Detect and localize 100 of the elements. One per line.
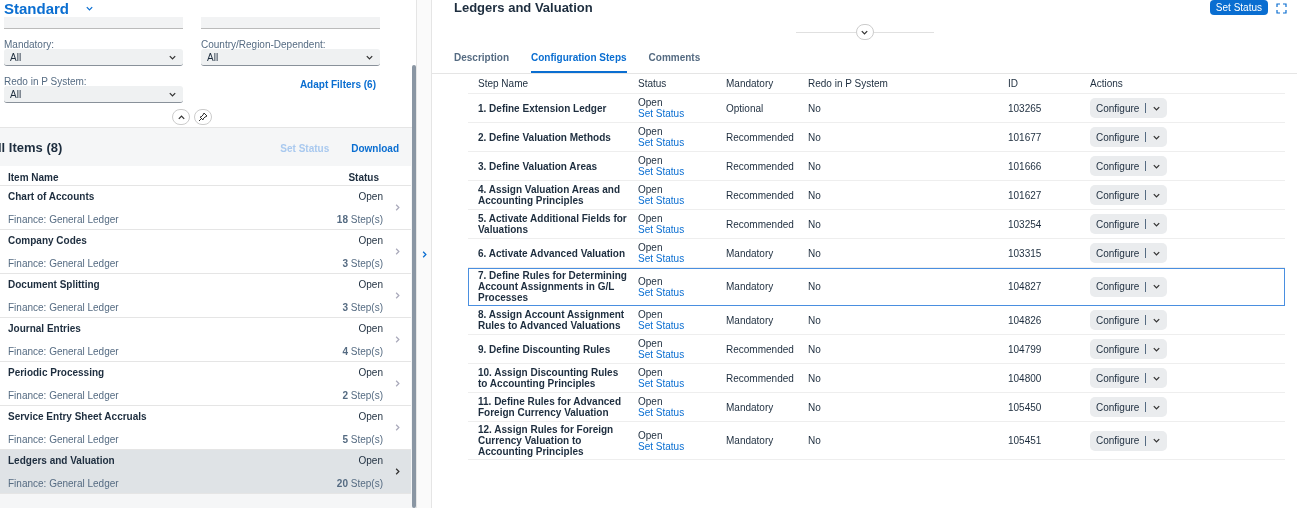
item-name: Document Splitting: [8, 277, 101, 292]
column-header: Actions: [1089, 77, 1124, 91]
status-text: Open: [638, 338, 663, 349]
status-text: Open: [638, 155, 663, 166]
filter-field[interactable]: [4, 17, 183, 29]
set-status-link[interactable]: Set Status: [638, 349, 716, 360]
configure-button[interactable]: Configure: [1090, 339, 1168, 359]
toolbar-link[interactable]: Download: [351, 140, 399, 156]
pin-button[interactable]: [194, 109, 212, 125]
tab[interactable]: Description: [454, 50, 509, 73]
mandatory-cell-text: Mandatory: [725, 400, 775, 415]
id-cell-text: 103265: [1007, 101, 1043, 116]
set-status-button[interactable]: Set Status: [1209, 0, 1268, 15]
mandatory-cell-text: Recommended: [725, 342, 795, 357]
set-status-link[interactable]: Set Status: [638, 253, 716, 264]
status-text: Open: [638, 396, 663, 407]
id-cell-text: 101666: [1007, 159, 1043, 174]
item-status: Open: [357, 409, 383, 424]
configure-button[interactable]: Configure: [1090, 185, 1168, 205]
set-status-link[interactable]: Set Status: [638, 195, 716, 206]
set-status-link[interactable]: Set Status: [638, 286, 716, 298]
status-text: Open: [638, 275, 664, 287]
status-text: Open: [638, 309, 663, 320]
table-row[interactable]: 8. Assign Account Assignment Rules to Advanced Valuations Open Set Status Mandatory No 104826 Configure: [468, 306, 1285, 335]
table-row[interactable]: 12. Assign Rules for Foreign Currency Valuation to Accounting Principles Open Set Status Mandatory No 105451 Configure: [468, 422, 1285, 460]
configure-button[interactable]: Configure: [1090, 397, 1168, 417]
configure-button[interactable]: Configure: [1090, 243, 1168, 263]
configure-button[interactable]: Configure: [1090, 127, 1168, 147]
mandatory-cell-text: Recommended: [725, 159, 795, 174]
chevron-down-icon: [85, 4, 94, 13]
column-header: Step Name: [477, 77, 530, 91]
table-row[interactable]: 6. Activate Advanced Valuation Open Set Status Mandatory No 103315 Configure: [468, 239, 1285, 268]
mandatory-cell-text: Mandatory: [725, 434, 775, 448]
table-row[interactable]: 11. Define Rules for Advanced Foreign Currency Valuation Open Set Status Mandatory No 105450 Configure: [468, 393, 1285, 422]
set-status-link[interactable]: Set Status: [638, 166, 716, 177]
redo-cell-text: No: [807, 159, 822, 174]
table-row[interactable]: 2. Define Valuation Methods Open Set Status Recommended No 101677 Configure: [468, 123, 1285, 152]
set-status-link[interactable]: Set Status: [638, 407, 716, 418]
step-count: 4 Step(s): [342, 344, 383, 359]
mandatory-cell-text: Optional: [725, 101, 765, 116]
list-item[interactable]: Journal Entries Finance: General Ledger Open 4 Step(s): [0, 318, 411, 362]
detail-title: Ledgers and Valuation: [454, 0, 593, 16]
configure-button[interactable]: Configure: [1090, 276, 1168, 297]
table-row[interactable]: 1. Define Extension Ledger Open Set Status Optional No 103265 Configure: [468, 94, 1285, 123]
expand-header-button[interactable]: [855, 24, 874, 40]
set-status-link[interactable]: Set Status: [638, 378, 716, 389]
list-item[interactable]: Service Entry Sheet Accruals Finance: General Ledger Open 5 Step(s): [0, 406, 411, 450]
list-item[interactable]: Periodic Processing Finance: General Ledger Open 2 Step(s): [0, 362, 411, 406]
step-count: 20 Step(s): [336, 476, 383, 491]
tab[interactable]: Configuration Steps: [531, 50, 627, 73]
fullscreen-icon[interactable]: [1276, 2, 1287, 14]
table-row[interactable]: 9. Define Discounting Rules Open Set Status Recommended No 104799 Configure: [468, 335, 1285, 364]
list-item[interactable]: Document Splitting Finance: General Ledger Open 3 Step(s): [0, 274, 411, 318]
table-row[interactable]: 5. Activate Additional Fields for Valuations Open Set Status Recommended No 103254 Configure: [468, 210, 1285, 239]
set-status-link[interactable]: Set Status: [638, 320, 716, 331]
id-cell-text: 104799: [1007, 342, 1043, 357]
item-category: Finance: General Ledger: [8, 432, 120, 447]
list-item[interactable]: Company Codes Finance: General Ledger Open 3 Step(s): [0, 230, 411, 274]
filter-select[interactable]: All: [4, 49, 183, 66]
list-item[interactable]: Chart of Accounts Finance: General Ledger Open 18 Step(s): [0, 186, 411, 230]
filter-label: Mandatory:: [4, 38, 56, 49]
item-status: Open: [357, 321, 383, 336]
collapse-button[interactable]: [172, 109, 190, 125]
status-text: Open: [638, 242, 663, 253]
set-status-link[interactable]: Set Status: [638, 224, 716, 235]
configure-button[interactable]: Configure: [1090, 156, 1168, 176]
mandatory-cell-text: Recommended: [725, 217, 795, 232]
scrollbar[interactable]: [412, 65, 416, 508]
table-row[interactable]: 4. Assign Valuation Areas and Accounting Principles Open Set Status Recommended No 101627 Configure: [468, 181, 1285, 210]
configure-button[interactable]: Configure: [1090, 214, 1168, 234]
filter-select[interactable]: All: [4, 86, 183, 103]
step-count: 5 Step(s): [342, 432, 383, 447]
filter-field[interactable]: [201, 17, 380, 29]
filter-label: Redo in P System:: [4, 75, 88, 86]
configure-button[interactable]: Configure: [1090, 430, 1168, 451]
id-cell-text: 103315: [1007, 246, 1043, 261]
redo-cell-text: No: [807, 130, 822, 145]
id-cell-text: 105451: [1007, 434, 1043, 448]
configure-button[interactable]: Configure: [1090, 368, 1168, 388]
filter-select[interactable]: All: [201, 49, 380, 66]
adapt-filters-link[interactable]: Adapt Filters (6): [299, 77, 376, 92]
mandatory-cell-text: Mandatory: [725, 313, 775, 328]
item-category: Finance: General Ledger: [8, 300, 120, 315]
table-row[interactable]: 10. Assign Discounting Rules to Accounting Principles Open Set Status Recommended No 104800 Configure: [468, 364, 1285, 393]
table-row[interactable]: 3. Define Valuation Areas Open Set Status Recommended No 101666 Configure: [468, 152, 1285, 181]
set-status-link[interactable]: Set Status: [638, 440, 716, 452]
item-status: Open: [357, 277, 383, 292]
collapse-icon: [176, 112, 186, 122]
configure-button[interactable]: Configure: [1090, 310, 1168, 330]
set-status-link[interactable]: Set Status: [638, 108, 716, 119]
redo-cell-text: No: [807, 101, 822, 116]
tab[interactable]: Comments: [648, 50, 701, 73]
configure-button[interactable]: Configure: [1090, 98, 1168, 118]
set-status-link[interactable]: Set Status: [638, 137, 716, 148]
step-name: 5. Activate Additional Fields for Valuations: [477, 213, 628, 235]
status-text: Open: [638, 184, 663, 195]
column-header: Status: [348, 171, 379, 181]
variant-title[interactable]: Standard: [4, 0, 69, 17]
table-row[interactable]: 7. Define Rules for Determining Account Assignments in G/L Processes Open Set Status Mandatory No 104827 Configure: [468, 268, 1285, 306]
list-item[interactable]: Ledgers and Valuation Finance: General Ledger Open 20 Step(s): [0, 450, 411, 494]
